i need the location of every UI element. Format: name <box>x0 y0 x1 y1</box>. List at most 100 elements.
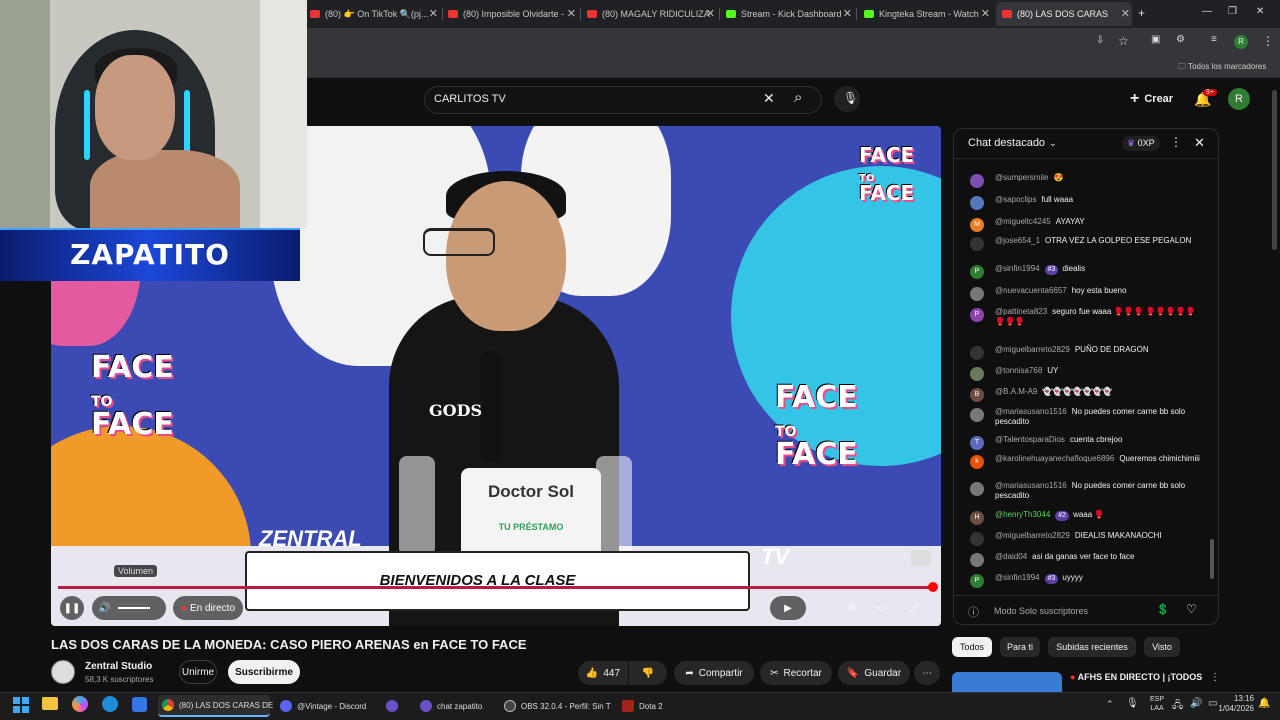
chat-avatar[interactable] <box>970 174 984 188</box>
extensions-icon[interactable]: ⚙ <box>1176 34 1185 45</box>
chat-author[interactable]: @B.A.M-A9 <box>995 387 1037 396</box>
taskbar-chrome[interactable]: (80) LAS DOS CARAS DE <box>158 695 273 717</box>
subscribe-button[interactable]: Suscribirme <box>228 660 300 684</box>
chat-author[interactable]: @daid04 <box>995 552 1027 561</box>
tray-expand-icon[interactable]: ⌃ <box>1106 699 1114 710</box>
taskbar-dota[interactable]: Dota 2 <box>622 695 682 717</box>
recommended-menu-icon[interactable]: ⋮ <box>1210 672 1220 683</box>
chat-author[interactable]: @sinfin1994 <box>995 264 1040 273</box>
more-actions-icon[interactable]: ⋯ <box>914 661 940 685</box>
chip-all[interactable]: Todos <box>952 637 992 657</box>
browser-tab-active[interactable]: (80) LAS DOS CARAS ✕ <box>996 2 1132 26</box>
edge-icon[interactable] <box>102 696 118 712</box>
channel-avatar[interactable] <box>51 660 75 684</box>
user-avatar[interactable]: R <box>1228 88 1250 110</box>
speaker-icon[interactable]: 🔊 <box>1190 698 1202 709</box>
chat-scrollbar[interactable] <box>1210 539 1214 579</box>
browser-tab[interactable]: (80) Imposible Olvidarte - ✕ <box>448 4 578 24</box>
chat-avatar[interactable]: M <box>970 218 984 232</box>
live-indicator[interactable]: ● En directo <box>173 596 243 620</box>
close-tab-icon[interactable]: ✕ <box>1121 7 1130 20</box>
volume-control[interactable]: 🔊 <box>92 596 166 620</box>
chip-recent-uploads[interactable]: Subidas recientes <box>1048 637 1136 657</box>
taskbar-app[interactable] <box>386 695 406 717</box>
info-icon[interactable]: ⓘ <box>968 604 979 620</box>
channel-name[interactable]: Zentral Studio <box>85 661 152 672</box>
chat-author[interactable]: @migueltc4245 <box>995 217 1051 226</box>
start-button[interactable] <box>13 697 29 713</box>
recommended-title[interactable]: ● AFHS EN DIRECTO | ¡TODOS <box>1070 672 1202 682</box>
close-tab-icon[interactable]: ✕ <box>981 7 990 20</box>
chat-avatar[interactable]: P <box>970 265 984 279</box>
save-button[interactable]: 🔖 Guardar <box>838 661 910 685</box>
chat-author[interactable]: @jose654_1 <box>995 236 1040 245</box>
share-button[interactable]: ➦ Compartir <box>674 661 754 685</box>
minimize-icon[interactable]: — <box>1202 6 1212 17</box>
clear-search-icon[interactable]: ✕ <box>763 90 775 107</box>
dislike-button[interactable]: 👎 <box>629 661 667 685</box>
mic-tray-icon[interactable]: 🎙 <box>1126 698 1139 709</box>
chat-avatar[interactable]: B <box>970 388 984 402</box>
notification-center-icon[interactable]: 🔔 <box>1258 698 1270 709</box>
taskbar-chat[interactable]: chat zapatito <box>420 695 500 717</box>
store-icon[interactable] <box>132 697 147 712</box>
chat-menu-icon[interactable]: ⋮ <box>1170 135 1182 149</box>
like-button[interactable]: 👍 447 <box>578 661 628 685</box>
language-indicator[interactable]: ESP LAA <box>1150 695 1164 713</box>
chat-avatar[interactable] <box>970 532 984 546</box>
chat-author[interactable]: @mariasusano1516 <box>995 481 1067 490</box>
close-tab-icon[interactable]: ✕ <box>706 7 715 20</box>
fullscreen-icon[interactable]: ⤢ <box>902 596 926 620</box>
super-chat-icon[interactable]: 💲 <box>1156 603 1170 616</box>
browser-tab[interactable]: Kingteka Stream - Watch ✕ <box>864 4 992 24</box>
volume-slider[interactable] <box>118 607 151 609</box>
file-explorer-icon[interactable] <box>42 697 58 710</box>
chat-avatar[interactable]: T <box>970 436 984 450</box>
close-tab-icon[interactable]: ✕ <box>567 7 576 20</box>
search-query[interactable]: CARLITOS TV <box>434 93 506 105</box>
chat-author[interactable]: @mariasusano1516 <box>995 407 1067 416</box>
chat-avatar[interactable] <box>970 553 984 567</box>
chat-avatar[interactable]: P <box>970 308 984 322</box>
heart-icon[interactable]: ♡ <box>1186 602 1197 616</box>
browser-tab[interactable]: (80) 👉 On TikTok 🔍(pj... ✕ <box>310 4 440 24</box>
theater-mode-icon[interactable]: ▭ <box>870 596 894 620</box>
chip-for-you[interactable]: Para ti <box>1000 637 1040 657</box>
browser-tab[interactable]: (80) MAGALY RIDICULIZA ✕ <box>587 4 717 24</box>
chat-author[interactable]: @nuevacuenta6657 <box>995 286 1067 295</box>
chat-avatar[interactable] <box>970 408 984 422</box>
taskbar-obs[interactable]: OBS 32.0.4 - Perfil: Sin T <box>504 695 616 717</box>
chat-avatar[interactable] <box>970 346 984 360</box>
pause-button[interactable]: ❚❚ <box>60 596 84 620</box>
browser-tab[interactable]: Stream - Kick Dashboard ✕ <box>726 4 854 24</box>
profile-avatar[interactable]: R <box>1234 35 1248 49</box>
install-icon[interactable]: ⇩ <box>1096 35 1104 46</box>
chat-avatar[interactable] <box>970 196 984 210</box>
chat-avatar[interactable]: H <box>970 511 984 525</box>
progress-scrubber[interactable] <box>928 582 938 592</box>
window-close-icon[interactable]: ✕ <box>1256 6 1264 17</box>
channel-points[interactable]: ♛ 0XP <box>1122 136 1160 151</box>
create-button[interactable]: + Crear <box>1130 90 1173 108</box>
chat-avatar[interactable] <box>970 482 984 496</box>
menu-icon[interactable]: ⋮ <box>1262 34 1274 48</box>
chat-author[interactable]: @karolinehuayanechafloque6896 <box>995 454 1114 463</box>
chat-author[interactable]: @sinfin1994 <box>995 573 1040 582</box>
chat-author[interactable]: @miguelbarreto2829 <box>995 531 1070 540</box>
search-icon[interactable]: ⌕ <box>794 89 802 106</box>
microphone-icon[interactable]: 🎙 <box>834 86 860 112</box>
recommended-thumbnail[interactable] <box>952 672 1062 692</box>
close-chat-icon[interactable]: ✕ <box>1194 135 1205 151</box>
chat-author[interactable]: @tonnisa768 <box>995 366 1042 375</box>
star-icon[interactable]: ☆ <box>1118 34 1129 48</box>
chat-author[interactable]: @sumpersmile <box>995 173 1048 182</box>
network-icon[interactable]: 🖧 <box>1172 698 1183 715</box>
close-tab-icon[interactable]: ✕ <box>843 7 852 20</box>
chat-author[interactable]: @miguelbarreto2829 <box>995 345 1070 354</box>
maximize-icon[interactable]: ❐ <box>1228 6 1237 17</box>
chat-avatar[interactable] <box>970 237 984 251</box>
progress-bar[interactable] <box>58 586 934 589</box>
media-icon[interactable]: ▣ <box>1151 34 1160 45</box>
chat-avatar[interactable] <box>970 367 984 381</box>
page-scrollbar[interactable] <box>1272 90 1277 250</box>
